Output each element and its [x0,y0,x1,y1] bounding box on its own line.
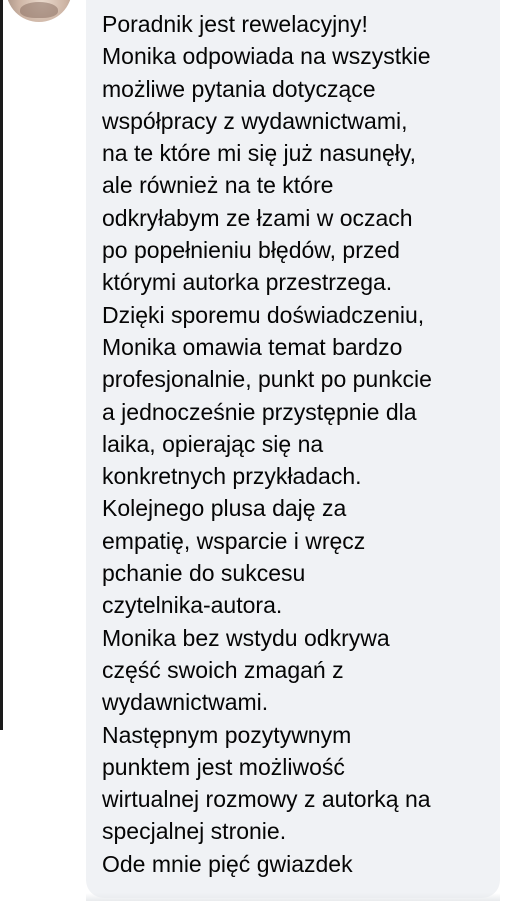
comment-screenshot: Poradnik jest rewelacyjny! Monika odpowi… [0,0,518,901]
comment-line: część swoich zmagań z [102,656,344,683]
bubble-bottom-edge [86,893,500,901]
comment-line: Monika odpowiada na wszystkie [102,43,431,70]
comment-line: punktem jest możliwość [102,753,345,780]
comment-line: którymi autorka przestrzega. [102,269,393,296]
comment-line: czytelnika-autora. [102,592,283,619]
thread-line [0,0,3,730]
comment-line: Poradnik jest rewelacyjny! [102,11,368,37]
comment-text: Poradnik jest rewelacyjny! Monika odpowi… [102,8,502,880]
comment-line: wydawnictwami. [102,689,269,716]
comment-line: Ode mnie pięć gwiazdek [102,850,353,877]
comment-line: Monika omawia temat bardzo [102,333,403,360]
comment-line: profesjonalnie, punkt po punkcie [102,366,432,393]
comment-line: a jednocześnie przystępnie dla [102,398,417,425]
comment-line: laika, opierając się na [102,430,324,457]
comment-line: Dzięki sporemu doświadczeniu, [102,301,425,328]
comment-line: Następnym pozytywnym [102,721,352,748]
comment-line: specjalnej stronie. [102,818,287,845]
comment-line: Kolejnego plusa daję za [102,495,347,522]
comment-line: Monika bez wstydu odkrywa [102,624,390,651]
comment-line: po popełnieniu błędów, przed [102,237,400,264]
comment-line: pchanie do sukcesu [102,560,306,587]
comment-line: możliwe pytania dotyczące [102,75,376,102]
comment-line: empatię, wsparcie i wręcz [102,527,366,554]
comment-line: ale również na te które [102,172,334,199]
comment-line: współpracy z wydawnictwami, [102,107,408,134]
comment-line: na te które mi się już nasunęły, [102,140,417,167]
comment-line: konkretnych przykładach. [102,463,362,490]
comment-line: odkryłabym ze łzami w oczach [102,204,413,231]
avatar-photo-detail [20,2,58,18]
comment-line: wirtualnej rozmowy z autorką na [102,786,431,813]
avatar[interactable] [6,0,72,22]
